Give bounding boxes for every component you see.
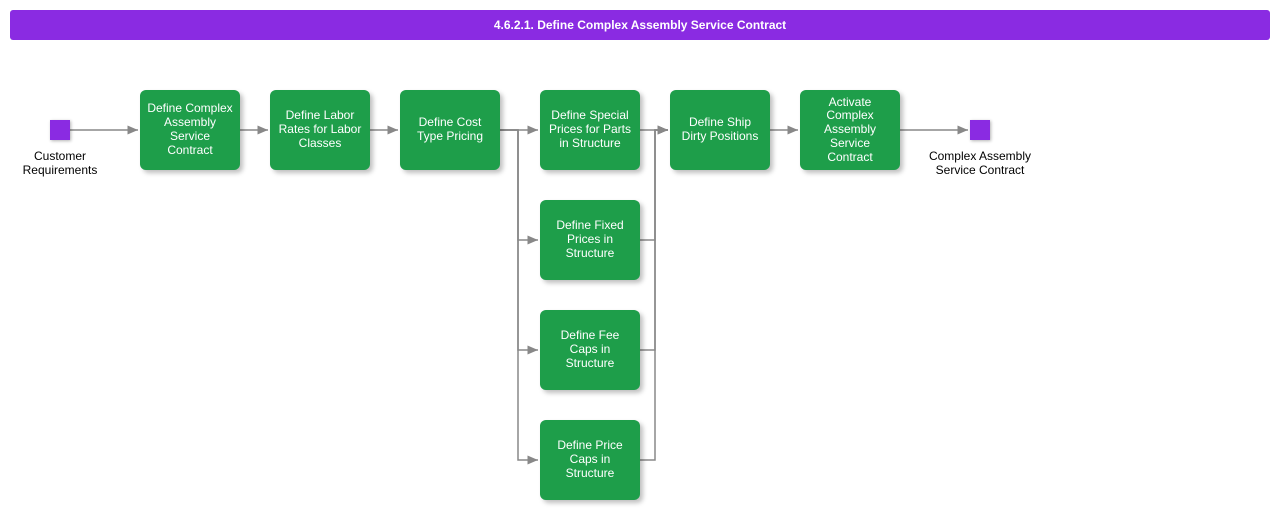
node-define-ship-dirty-positions: Define Ship Dirty Positions — [670, 90, 770, 170]
node-label: Define Fee Caps in Structure — [546, 329, 634, 370]
node-define-special-prices-parts: Define Special Prices for Parts in Struc… — [540, 90, 640, 170]
node-label: Define Complex Assembly Service Contract — [146, 102, 234, 157]
node-activate-complex-assembly-contract: Activate Complex Assembly Service Contra… — [800, 90, 900, 170]
edge-n4b-n5 — [640, 130, 668, 240]
node-define-complex-assembly-contract: Define Complex Assembly Service Contract — [140, 90, 240, 170]
start-event-label: CustomerRequirements — [10, 150, 110, 178]
end-event — [970, 120, 990, 140]
node-define-price-caps: Define Price Caps in Structure — [540, 420, 640, 500]
node-define-fee-caps: Define Fee Caps in Structure — [540, 310, 640, 390]
edge-n3-n4b — [500, 130, 538, 240]
node-label: Define Fixed Prices in Structure — [546, 219, 634, 260]
end-event-label: Complex AssemblyService Contract — [925, 150, 1035, 178]
node-label: Define Special Prices for Parts in Struc… — [546, 109, 634, 150]
node-define-cost-type-pricing: Define Cost Type Pricing — [400, 90, 500, 170]
node-define-fixed-prices: Define Fixed Prices in Structure — [540, 200, 640, 280]
node-define-labor-rates: Define Labor Rates for Labor Classes — [270, 90, 370, 170]
node-label: Define Labor Rates for Labor Classes — [276, 109, 364, 150]
edge-n3-n4d — [500, 130, 538, 460]
edge-n4d-n5 — [640, 130, 668, 460]
start-event — [50, 120, 70, 140]
node-label: Define Ship Dirty Positions — [676, 116, 764, 144]
arrows-layer — [0, 0, 1280, 510]
node-label: Activate Complex Assembly Service Contra… — [806, 96, 894, 165]
node-label: Define Cost Type Pricing — [406, 116, 494, 144]
node-label: Define Price Caps in Structure — [546, 439, 634, 480]
